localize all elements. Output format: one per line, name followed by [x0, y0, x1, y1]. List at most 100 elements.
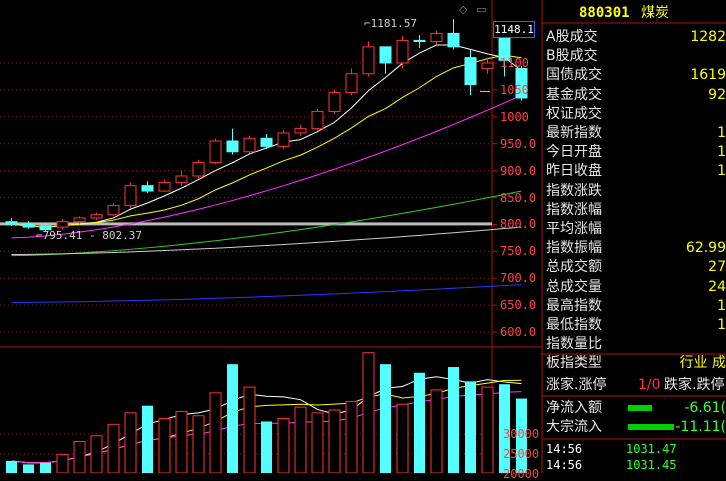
stat-label: 最低指数	[546, 317, 602, 333]
minimize-icon[interactable]: ▭	[476, 3, 486, 16]
stat-value: 27	[708, 259, 726, 276]
candle-body	[311, 110, 324, 130]
stat-row: 指数涨幅	[546, 201, 726, 220]
candle-body	[73, 217, 86, 223]
updown-row: 涨家.涨停 1/0 跌家.跌停	[546, 376, 726, 395]
candle-body	[226, 140, 239, 153]
index-code: 880301	[579, 5, 630, 21]
stat-row: 国债成交 1619	[546, 66, 726, 85]
stat-label: 指数涨幅	[546, 201, 602, 218]
price-tick: 1050	[500, 82, 529, 97]
stat-row: 指数振幅 62.99	[546, 239, 726, 258]
volume-bar	[294, 406, 307, 473]
candle-body	[90, 214, 103, 219]
stat-label: 总成交额	[546, 259, 602, 276]
candle-body	[464, 57, 477, 86]
volume-bar	[448, 367, 459, 473]
candle-body	[192, 162, 205, 177]
stat-value: 1	[717, 144, 726, 161]
candle-body	[22, 223, 35, 228]
price-tick: 1100	[500, 56, 529, 70]
volume-bar	[124, 412, 137, 473]
stat-label: 指数涨跌	[546, 182, 602, 199]
price-tick: 650.0	[500, 298, 537, 313]
stat-value: 行业 成	[679, 355, 726, 372]
stat-row: 最高指数 1	[546, 297, 726, 316]
price-tick: 800.0	[500, 217, 537, 232]
volume-bar	[277, 418, 290, 473]
candle-body	[107, 205, 120, 216]
candle-body	[124, 185, 137, 207]
volume-tick: 30000	[503, 427, 540, 441]
stat-label: 平均涨幅	[546, 221, 602, 237]
stat-row: 今日开盘 1	[546, 143, 726, 162]
volume-bar	[90, 435, 103, 473]
volume-bar	[158, 418, 171, 473]
stat-row: 最新指数 1	[546, 124, 726, 143]
volume-bar	[73, 441, 86, 473]
price-tick: 700.0	[500, 271, 537, 286]
volume-bar	[414, 372, 425, 473]
volume-bar	[311, 412, 324, 473]
candle-body	[413, 39, 426, 42]
stat-value: 1	[717, 297, 726, 314]
candle-body	[345, 73, 358, 94]
volume-bar	[362, 352, 375, 473]
stat-value: 1	[717, 317, 726, 333]
volume-bars	[6, 352, 527, 473]
stat-label: 昨日收盘	[546, 163, 602, 180]
volume-bar	[328, 409, 341, 473]
flow-label-block: 大宗流入	[546, 419, 602, 435]
volume-tick: 20000	[503, 467, 540, 481]
stat-label: 今日开盘	[546, 144, 602, 161]
volume-bar	[56, 453, 69, 473]
range-annotation-value: 795.41 - 802.37	[42, 229, 142, 242]
stat-label: 基金成交	[546, 86, 602, 103]
candle-body	[141, 185, 154, 192]
stat-value: 1619	[690, 67, 726, 84]
trade-price: 1031.45	[626, 458, 677, 472]
moving-average-lines	[11, 44, 522, 303]
price-tick: 750.0	[500, 244, 537, 259]
candle-body	[362, 46, 375, 75]
volume-bar	[23, 464, 34, 473]
candle-body	[277, 132, 290, 147]
trade-time: 14:56	[546, 442, 583, 456]
candle-body	[396, 39, 409, 64]
stat-row: 昨日收盘 1	[546, 162, 726, 181]
trade-row-1: 14:56 1031.47	[546, 441, 726, 457]
volume-tick: 25000	[503, 447, 540, 461]
volume-bar	[107, 423, 120, 473]
stat-row: 指数涨跌	[546, 182, 726, 201]
price-tick: 850.0	[500, 190, 537, 205]
stat-row: 指数量比	[546, 335, 726, 354]
diamond-icon[interactable]: ◇	[459, 3, 467, 16]
candle-body	[379, 46, 392, 64]
updown-label: 涨家.涨停	[546, 377, 607, 393]
candle-body	[5, 221, 18, 225]
updown-ratio: 1/0	[638, 377, 661, 393]
stat-row: B股成交	[546, 47, 726, 66]
stat-label: 最高指数	[546, 297, 602, 314]
index-name: 煤炭	[641, 5, 669, 21]
trade-time: 14:56	[546, 458, 583, 472]
flow-label-net: 净流入额	[546, 400, 602, 416]
flow-bar-block	[628, 424, 674, 430]
stat-row: 权证成交	[546, 105, 726, 124]
volume-bar	[430, 389, 443, 473]
stat-value: 1	[717, 163, 726, 180]
stat-label: 指数量比	[546, 336, 602, 353]
volume-bar	[40, 462, 51, 473]
trade-price: 1031.47	[626, 442, 677, 456]
flow-bar-net	[628, 405, 652, 411]
candle-body	[447, 32, 460, 48]
stat-row: 平均涨幅	[546, 220, 726, 239]
stat-label: 指数振幅	[546, 240, 602, 257]
trade-row-2: 14:56 1031.45	[546, 457, 726, 473]
volume-bar	[243, 386, 256, 473]
price-tick: 1000	[500, 109, 529, 124]
stat-label: 总成交量	[546, 278, 602, 295]
candlesticks	[5, 19, 528, 232]
stat-row: 基金成交 92	[546, 86, 726, 105]
volume-bar	[6, 460, 17, 473]
